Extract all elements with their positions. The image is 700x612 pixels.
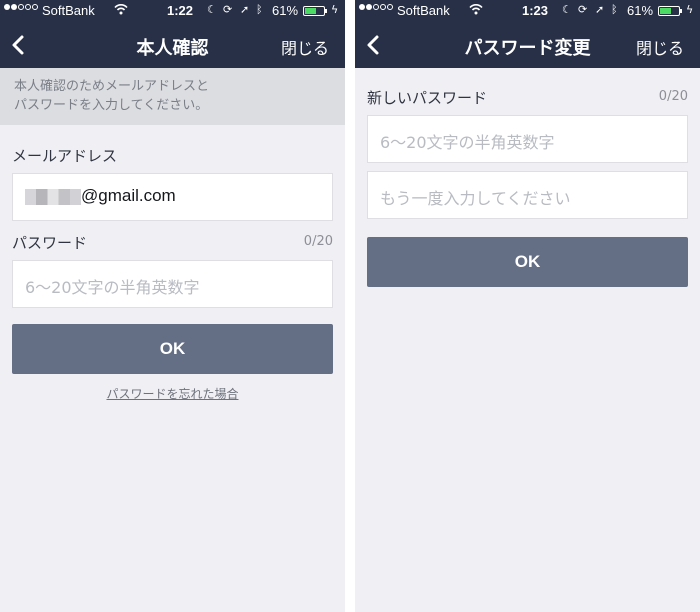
carrier-name: SoftBank — [397, 3, 450, 18]
bluetooth-icon: ᛒ — [256, 3, 263, 16]
location-arrow-icon: ➚ — [595, 3, 605, 16]
location-arrow-icon: ➚ — [240, 3, 250, 16]
password-label: パスワード — [12, 234, 88, 252]
nav-bar: パスワード変更 閉じる — [355, 24, 700, 68]
battery-icon — [658, 6, 680, 16]
new-password-placeholder: 6〜20文字の半角英数字 — [380, 133, 555, 152]
password-change-screen: SoftBank 1:23 ☾ ⟳ ➚ ᛒ 61% ϟ パスワード変更 閉じる … — [355, 0, 700, 612]
masked-email-user — [25, 189, 81, 205]
battery-tip — [680, 9, 682, 13]
rotation-lock-icon: ⟳ — [578, 3, 588, 16]
top-bar: SoftBank 1:23 ☾ ⟳ ➚ ᛒ 61% ϟ パスワード変更 閉じる — [355, 0, 700, 68]
email-value: @gmail.com — [81, 186, 176, 205]
battery-percent: 61% — [627, 3, 654, 18]
confirm-password-field[interactable]: もう一度入力してください — [367, 171, 688, 219]
status-bar: SoftBank 1:23 ☾ ⟳ ➚ ᛒ 61% ϟ — [355, 0, 700, 22]
chevron-left-icon — [12, 35, 24, 55]
signal-strength-icon — [359, 4, 393, 10]
moon-icon: ☾ — [562, 3, 572, 16]
ok-button[interactable]: OK — [367, 237, 688, 287]
back-button[interactable] — [6, 30, 32, 60]
page-title: パスワード変更 — [464, 38, 591, 59]
battery-fill — [660, 8, 671, 14]
wifi-icon — [114, 3, 128, 18]
info-banner-line-1: 本人確認のためメールアドレスと — [14, 79, 210, 94]
signal-strength-icon — [4, 4, 38, 10]
chevron-left-icon — [367, 35, 379, 55]
ok-button[interactable]: OK — [12, 324, 333, 374]
info-banner-line-2: パスワードを入力してください。 — [14, 98, 209, 113]
forgot-password-link[interactable]: パスワードを忘れた場合 — [0, 385, 345, 402]
bluetooth-icon: ᛒ — [611, 3, 618, 16]
page-title: 本人確認 — [136, 38, 209, 59]
battery-tip — [325, 9, 327, 13]
moon-icon: ☾ — [207, 3, 217, 16]
info-banner: 本人確認のためメールアドレスと パスワードを入力してください。 — [0, 68, 345, 125]
password-placeholder: 6〜20文字の半角英数字 — [25, 278, 200, 297]
top-bar: SoftBank 1:22 ☾ ⟳ ➚ ᛒ 61% ϟ 本人確認 閉じる — [0, 0, 345, 68]
email-label: メールアドレス — [12, 147, 118, 165]
carrier-name: SoftBank — [42, 3, 95, 18]
back-button[interactable] — [361, 30, 387, 60]
new-password-counter: 0/20 — [658, 89, 688, 104]
close-button[interactable]: 閉じる — [636, 35, 684, 59]
charging-bolt-icon: ϟ — [331, 3, 339, 16]
battery-fill — [305, 8, 316, 14]
nav-bar: 本人確認 閉じる — [0, 24, 345, 68]
password-counter: 0/20 — [303, 234, 333, 249]
identity-verification-screen: SoftBank 1:22 ☾ ⟳ ➚ ᛒ 61% ϟ 本人確認 閉じる 本人確… — [0, 0, 345, 612]
close-button[interactable]: 閉じる — [281, 35, 329, 59]
confirm-password-placeholder: もう一度入力してください — [380, 189, 571, 208]
charging-bolt-icon: ϟ — [686, 3, 694, 16]
battery-percent: 61% — [272, 3, 299, 18]
battery-icon — [303, 6, 325, 16]
new-password-field[interactable]: 6〜20文字の半角英数字 — [367, 115, 688, 163]
password-field[interactable]: 6〜20文字の半角英数字 — [12, 260, 333, 308]
status-bar: SoftBank 1:22 ☾ ⟳ ➚ ᛒ 61% ϟ — [0, 0, 345, 22]
new-password-label: 新しいパスワード — [367, 89, 488, 107]
status-time: 1:22 — [166, 3, 194, 18]
status-time: 1:23 — [521, 3, 549, 18]
email-field[interactable]: @gmail.com — [12, 173, 333, 221]
rotation-lock-icon: ⟳ — [223, 3, 233, 16]
wifi-icon — [469, 3, 483, 18]
